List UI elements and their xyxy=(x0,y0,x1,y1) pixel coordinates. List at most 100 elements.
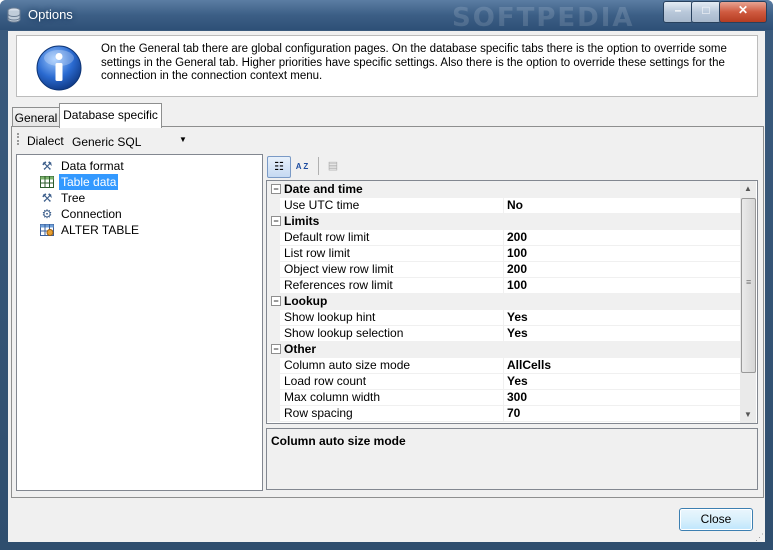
property-grid[interactable]: − Date and time Use UTC time No − Limits xyxy=(266,180,758,424)
property-value[interactable]: Yes xyxy=(507,374,528,388)
property-row[interactable]: Max column width 300 xyxy=(267,389,740,406)
row-gutter xyxy=(267,309,280,325)
property-name: Row spacing xyxy=(284,406,353,420)
tree-item-label: Table data xyxy=(59,174,119,190)
title-bar[interactable]: Options SOFTPEDIA – □ ✕ xyxy=(0,0,773,33)
scroll-down-icon[interactable]: ▼ xyxy=(740,407,756,423)
property-grid-toolbar: ☷ A Z ▤ xyxy=(266,154,760,180)
property-row[interactable]: Row spacing 70 xyxy=(267,405,740,422)
table-icon xyxy=(39,174,55,190)
scroll-up-icon[interactable]: ▲ xyxy=(740,181,756,197)
info-panel: On the General tab there are global conf… xyxy=(16,35,758,97)
row-gutter xyxy=(267,325,280,341)
property-row[interactable]: Use UTC time No xyxy=(267,197,740,214)
grip-icon: ≡ xyxy=(746,277,752,287)
tab-general[interactable]: General xyxy=(12,107,60,128)
property-value[interactable]: 200 xyxy=(507,262,527,276)
column-divider[interactable] xyxy=(503,389,504,405)
property-value[interactable]: Yes xyxy=(507,326,528,340)
row-gutter xyxy=(267,229,280,245)
category-date-and-time[interactable]: − Date and time xyxy=(267,181,740,198)
row-gutter xyxy=(267,197,280,213)
tree-item-label: Connection xyxy=(61,207,122,221)
property-row[interactable]: References row limit 100 xyxy=(267,277,740,294)
row-gutter xyxy=(267,261,280,277)
settings-tree[interactable]: ⚒ Data format Table data ⚒ Tree ⚙ Connec… xyxy=(16,154,263,491)
collapse-icon[interactable]: − xyxy=(271,344,281,354)
column-divider[interactable] xyxy=(503,229,504,245)
resize-grip-icon[interactable]: ⋰ xyxy=(755,532,764,543)
property-row[interactable]: Object view row limit 200 xyxy=(267,261,740,278)
options-window: Options SOFTPEDIA – □ ✕ On the General t… xyxy=(0,0,773,550)
tab-database-specific[interactable]: Database specific xyxy=(59,103,162,128)
column-divider[interactable] xyxy=(503,405,504,421)
scroll-thumb[interactable]: ≡ xyxy=(741,198,756,373)
close-button[interactable]: Close xyxy=(679,508,753,531)
column-divider[interactable] xyxy=(503,245,504,261)
row-gutter xyxy=(267,373,280,389)
property-name: Object view row limit xyxy=(284,262,394,276)
info-icon xyxy=(36,45,82,91)
property-value[interactable]: 300 xyxy=(507,390,527,404)
collapse-icon[interactable]: − xyxy=(271,296,281,306)
info-text: On the General tab there are global conf… xyxy=(101,43,727,82)
maximize-icon: □ xyxy=(702,3,710,17)
property-value[interactable]: 70 xyxy=(507,406,520,420)
property-row[interactable]: Show lookup selection Yes xyxy=(267,325,740,342)
property-value[interactable]: 200 xyxy=(507,230,527,244)
property-row[interactable]: Show lookup hint Yes xyxy=(267,309,740,326)
property-row[interactable]: List row limit 100 xyxy=(267,245,740,262)
column-divider[interactable] xyxy=(503,309,504,325)
tab-panel-database-specific: Dialect Generic SQL ▼ ⚒ Data format Tabl… xyxy=(11,126,764,498)
property-name: Column auto size mode xyxy=(284,358,411,372)
property-name: Use UTC time xyxy=(284,198,360,212)
dialect-value: Generic SQL xyxy=(72,135,142,149)
tree-item-label: Tree xyxy=(61,191,86,205)
window-title: Options xyxy=(28,7,73,22)
categorized-button[interactable]: ☷ xyxy=(267,156,291,178)
category-lookup[interactable]: − Lookup xyxy=(267,293,740,310)
property-value[interactable]: 100 xyxy=(507,278,527,292)
collapse-icon[interactable]: − xyxy=(271,184,281,194)
category-other[interactable]: − Other xyxy=(267,341,740,358)
property-row[interactable]: Column auto size mode AllCells xyxy=(267,357,740,374)
maximize-button[interactable]: □ xyxy=(691,1,721,23)
category-limits[interactable]: − Limits xyxy=(267,213,740,230)
property-grid-scrollbar[interactable]: ▲ ≡ ▼ xyxy=(740,181,756,423)
column-divider[interactable] xyxy=(503,373,504,389)
row-gutter xyxy=(267,405,280,421)
database-icon xyxy=(7,7,21,23)
property-row[interactable]: Default row limit 200 xyxy=(267,229,740,246)
column-divider[interactable] xyxy=(503,197,504,213)
tools-icon: ⚒ xyxy=(41,191,53,205)
property-pane: ☷ A Z ▤ − Date and time Use UTC time No … xyxy=(266,154,760,490)
collapse-icon[interactable]: − xyxy=(271,216,281,226)
column-divider[interactable] xyxy=(503,357,504,373)
property-value[interactable]: AllCells xyxy=(507,358,551,372)
property-name: Load row count xyxy=(284,374,367,388)
column-divider[interactable] xyxy=(503,261,504,277)
dialect-label: Dialect xyxy=(27,134,64,148)
category-label: Limits xyxy=(284,214,320,228)
toolbar-grip[interactable] xyxy=(17,133,21,145)
column-divider[interactable] xyxy=(503,277,504,293)
minimize-icon: – xyxy=(674,3,682,17)
property-value[interactable]: 100 xyxy=(507,246,527,260)
category-label: Lookup xyxy=(284,294,328,308)
property-row[interactable]: Load row count Yes xyxy=(267,373,740,390)
column-divider[interactable] xyxy=(503,325,504,341)
category-label: Other xyxy=(284,342,317,356)
row-gutter xyxy=(267,277,280,293)
property-name: List row limit xyxy=(284,246,351,260)
property-value[interactable]: Yes xyxy=(507,310,528,324)
chevron-down-icon: ▼ xyxy=(179,135,187,144)
property-description-panel: Column auto size mode xyxy=(266,428,758,490)
property-pages-button[interactable]: ▤ xyxy=(322,156,344,176)
property-value[interactable]: No xyxy=(507,198,523,212)
property-name: Show lookup hint xyxy=(284,310,376,324)
minimize-button[interactable]: – xyxy=(663,1,693,23)
close-icon: ✕ xyxy=(737,3,749,17)
row-gutter xyxy=(267,357,280,373)
alphabetical-button[interactable]: A Z xyxy=(291,156,313,176)
close-window-button[interactable]: ✕ xyxy=(719,1,767,23)
